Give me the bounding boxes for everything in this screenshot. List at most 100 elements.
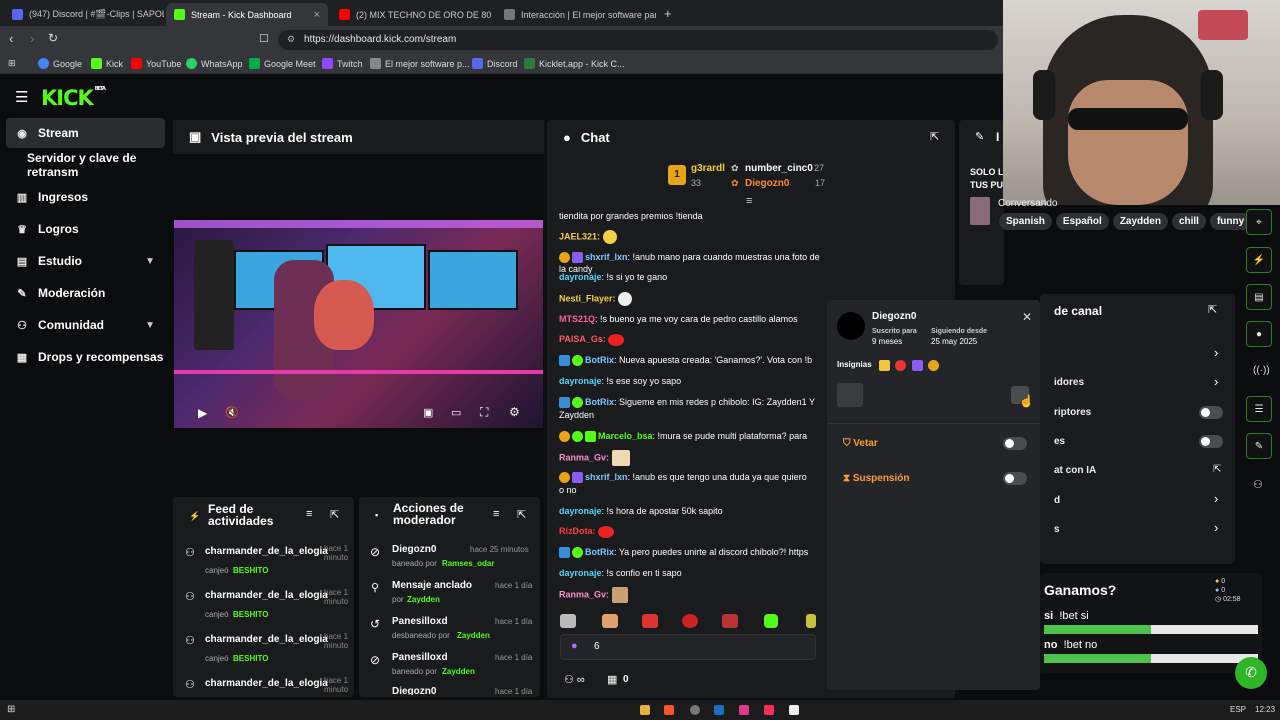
url-input[interactable]: ⚙ https://dashboard.kick.com/stream bbox=[278, 30, 998, 50]
action-placeholder[interactable] bbox=[837, 383, 863, 407]
close-tab-icon[interactable]: × bbox=[314, 9, 320, 21]
app-icon[interactable] bbox=[739, 705, 749, 715]
sidebar-item-ingresos[interactable]: ▥ Ingresos bbox=[6, 182, 165, 212]
reload-icon[interactable]: ↻ bbox=[48, 31, 58, 45]
sidebar-item-logros[interactable]: ♛ Logros bbox=[6, 214, 165, 244]
chat-message[interactable]: Nesti_Flayer: bbox=[559, 292, 821, 306]
users-icon[interactable]: ⚇ ∞ bbox=[564, 673, 585, 686]
sidebar-item-drops[interactable]: ▦ Drops y recompensas bbox=[6, 342, 165, 372]
tiktok-icon[interactable] bbox=[764, 705, 774, 715]
bookmark-google[interactable]: Google bbox=[38, 58, 82, 69]
chat-message[interactable]: Ranma_Gv: bbox=[559, 587, 821, 603]
users-icon[interactable]: ⚇ bbox=[1253, 478, 1263, 491]
rail-button[interactable]: ☰ bbox=[1246, 396, 1272, 422]
broadcast-icon[interactable]: ((·)) bbox=[1253, 365, 1270, 376]
filter-icon[interactable]: ≡ bbox=[493, 508, 499, 520]
channel-row[interactable]: at con IA bbox=[1054, 465, 1096, 476]
bookmark-meet[interactable]: Google Meet bbox=[249, 58, 316, 69]
back-icon[interactable]: ‹ bbox=[9, 31, 13, 46]
folder-icon[interactable] bbox=[640, 705, 650, 715]
timeout-toggle[interactable] bbox=[1003, 472, 1027, 485]
browser-tab[interactable]: (947) Discord | #🎬-Clips | SAPOLIOS bbox=[4, 3, 164, 26]
windows-start-icon[interactable]: ⊞ bbox=[7, 704, 15, 715]
close-icon[interactable]: ✕ bbox=[1022, 310, 1032, 324]
popout-icon[interactable]: ⇱ bbox=[330, 508, 339, 521]
chat-message[interactable]: BotRix: Sigueme en mis redes p chibolo: … bbox=[559, 396, 821, 409]
pip-icon[interactable]: ▣ bbox=[423, 406, 433, 419]
chat-message[interactable]: shxrif_lxn: !anub es que tengo una duda … bbox=[559, 471, 821, 484]
chevron-right-icon[interactable]: › bbox=[1214, 491, 1218, 506]
emote-icon[interactable] bbox=[560, 614, 576, 628]
chat-message[interactable]: dayronaje: !s confio en ti sapo bbox=[559, 567, 821, 579]
emote-icon[interactable] bbox=[682, 614, 698, 628]
channel-row[interactable]: es bbox=[1054, 436, 1065, 447]
emote-icon[interactable] bbox=[806, 614, 816, 628]
rail-button[interactable]: ● bbox=[1246, 321, 1272, 347]
bookmark-twitch[interactable]: Twitch bbox=[322, 58, 363, 69]
emote-icon[interactable] bbox=[764, 614, 778, 628]
tag[interactable]: funny bbox=[1209, 213, 1252, 230]
new-tab-icon[interactable]: + bbox=[664, 6, 672, 21]
play-icon[interactable]: ▶ bbox=[198, 406, 207, 420]
rail-button[interactable]: ▤ bbox=[1246, 284, 1272, 310]
app-icon[interactable] bbox=[789, 705, 799, 715]
kick-logo[interactable]: KICK BETA bbox=[41, 86, 106, 110]
bookmark-kicklet[interactable]: Kicklet.app - Kick C... bbox=[524, 58, 625, 69]
tag[interactable]: chill bbox=[1171, 213, 1206, 230]
store-icon[interactable]: ▦ bbox=[607, 673, 617, 686]
channel-row[interactable]: s bbox=[1054, 524, 1060, 535]
menu-icon[interactable]: ☰ bbox=[15, 88, 28, 106]
chat-message[interactable]: JAEL321: bbox=[559, 230, 821, 244]
site-info-icon[interactable]: ⚙ bbox=[287, 34, 295, 45]
external-link-icon[interactable]: ⇱ bbox=[1213, 464, 1221, 475]
browser-tab-active[interactable]: Stream - Kick Dashboard × bbox=[166, 3, 328, 26]
whatsapp-floating-icon[interactable]: ✆ bbox=[1235, 657, 1267, 689]
stream-video[interactable]: ▶ 🔇 ▣ ▭ ⛶ ⚙ bbox=[174, 220, 543, 428]
expand-leaderboard-icon[interactable]: ≡ bbox=[746, 195, 752, 207]
popout-icon[interactable]: ⇱ bbox=[930, 130, 939, 143]
tag[interactable]: Spanish bbox=[999, 213, 1052, 230]
subscribers-toggle[interactable] bbox=[1199, 406, 1223, 419]
chat-message[interactable]: Ranma_Gv: bbox=[559, 450, 821, 466]
bookmark-kick[interactable]: Kick bbox=[91, 58, 123, 69]
browser-tab[interactable]: Interacción | El mejor software para p bbox=[496, 3, 656, 26]
chat-message[interactable]: dayronaje: !s hora de apostar 50k sapito bbox=[559, 505, 821, 517]
tag[interactable]: Español bbox=[1055, 213, 1109, 230]
chat-message[interactable]: BotRix: Nueva apuesta creada: 'Ganamos?'… bbox=[559, 354, 821, 367]
rail-button[interactable]: ⚡ bbox=[1246, 247, 1272, 273]
channel-row[interactable]: d bbox=[1054, 495, 1060, 506]
channel-row[interactable]: riptores bbox=[1054, 407, 1091, 418]
bookmark-youtube[interactable]: YouTube bbox=[131, 58, 181, 69]
brave-icon[interactable] bbox=[664, 705, 674, 715]
sidebar-item-moderacion[interactable]: ✎ Moderación bbox=[6, 278, 165, 308]
chevron-right-icon[interactable]: › bbox=[1214, 374, 1218, 389]
emote-icon[interactable] bbox=[642, 614, 658, 628]
chat-message[interactable]: PAISA_Gs: bbox=[559, 333, 821, 346]
bookmark-software[interactable]: El mejor software p... bbox=[370, 58, 470, 69]
forward-icon[interactable]: › bbox=[30, 31, 34, 46]
fullscreen-icon[interactable]: ⛶ bbox=[480, 405, 488, 420]
sidebar-item-stream[interactable]: ◉ Stream bbox=[6, 118, 165, 148]
chat-message[interactable]: RizDota: bbox=[559, 525, 821, 538]
chevron-right-icon[interactable]: › bbox=[1214, 345, 1218, 360]
chat-message[interactable]: MTS21Q: !s bueno ya me voy cara de pedro… bbox=[559, 313, 821, 325]
chat-message[interactable]: dayronaje: !s ese soy yo sapo bbox=[559, 375, 821, 387]
settings-gear-icon[interactable]: ⚙ bbox=[509, 405, 520, 419]
chat-message[interactable]: BotRix: Ya pero puedes unirte al discord… bbox=[559, 546, 821, 559]
rail-button[interactable]: ⌖ bbox=[1246, 209, 1272, 235]
chat-message[interactable]: Marcelo_bsa: !mura se pude multi platafo… bbox=[559, 430, 821, 443]
mute-icon[interactable]: 🔇 bbox=[225, 406, 239, 419]
rail-button[interactable]: ✎ bbox=[1246, 433, 1272, 459]
sidebar-item-comunidad[interactable]: ⚇ Comunidad ▼ bbox=[6, 310, 165, 340]
popout-icon[interactable]: ⇱ bbox=[1208, 303, 1217, 316]
ban-toggle[interactable] bbox=[1003, 437, 1027, 450]
emote-icon[interactable] bbox=[722, 614, 738, 628]
emote-icon[interactable] bbox=[602, 614, 618, 628]
bookmark-whatsapp[interactable]: WhatsApp bbox=[186, 58, 243, 69]
browser-tab[interactable]: (2) MIX TECHNO DE ORO DE 80's bbox=[331, 3, 491, 26]
setting-toggle[interactable] bbox=[1199, 435, 1223, 448]
apps-icon[interactable]: ⊞ bbox=[8, 58, 16, 69]
sidebar-item-estudio[interactable]: ▤ Estudio ▼ bbox=[6, 246, 165, 276]
theater-icon[interactable]: ▭ bbox=[451, 406, 461, 419]
bookmark-icon[interactable]: ☐ bbox=[259, 32, 269, 45]
